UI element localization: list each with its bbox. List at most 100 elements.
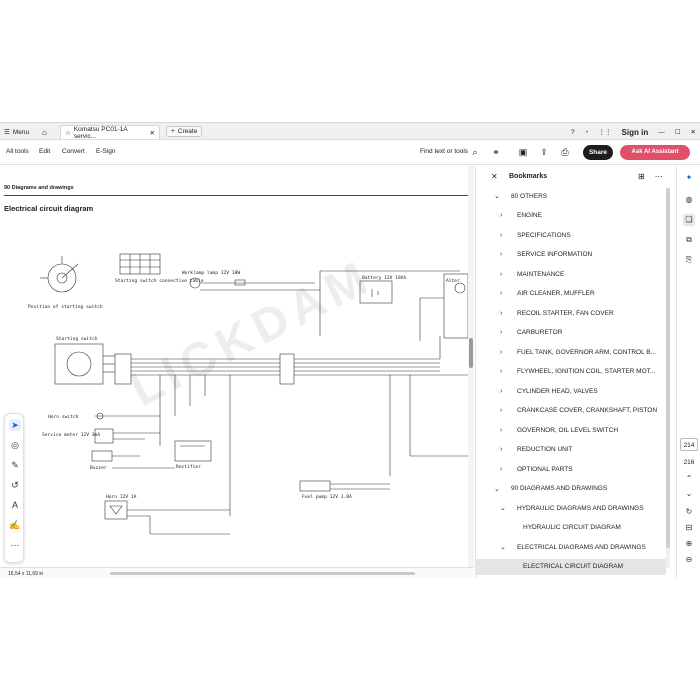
print-icon[interactable]: ⎙ bbox=[559, 146, 571, 158]
attachments-icon[interactable]: ⎘ bbox=[683, 254, 695, 266]
chevron-down-icon[interactable]: ⌄ bbox=[500, 504, 506, 512]
bookmark-item[interactable]: › FLYWHEEL, IGNITION COIL, STARTER MOT... bbox=[476, 364, 666, 380]
bookmark-item[interactable]: HYDRAULIC CIRCUIT DIAGRAM bbox=[476, 520, 666, 536]
chevron-right-icon[interactable]: › bbox=[500, 232, 502, 239]
options-icon[interactable]: ⋯ bbox=[655, 172, 663, 181]
chevron-right-icon[interactable]: › bbox=[500, 446, 502, 453]
chevron-right-icon[interactable]: › bbox=[500, 212, 502, 219]
document-view[interactable]: 90 Diagrams and drawings Electrical circ… bbox=[0, 166, 474, 574]
bookmark-label: ELECTRICAL CIRCUIT DIAGRAM bbox=[523, 563, 624, 570]
bookmarks-scroll-thumb[interactable] bbox=[666, 188, 670, 548]
minimize-icon[interactable]: — bbox=[658, 129, 665, 136]
bookmark-item[interactable]: › CARBURETOR bbox=[476, 325, 666, 341]
esign-button[interactable]: E-Sign bbox=[96, 148, 116, 155]
bell-icon[interactable]: ◔ bbox=[585, 129, 589, 136]
edit-button[interactable]: Edit bbox=[39, 148, 50, 155]
sign-in-button[interactable]: Sign in bbox=[622, 128, 649, 137]
tab-document[interactable]: ☆ Komatsu PC01-1A servic... ✕ bbox=[60, 125, 160, 140]
bookmark-item[interactable]: › FUEL TANK, GOVERNOR ARM, CONTROL B... bbox=[476, 344, 666, 360]
quick-tools-panel: ➤ ◎ ✎ ↺ A ✍ ⋯ bbox=[4, 413, 24, 563]
chevron-right-icon[interactable]: › bbox=[500, 349, 502, 356]
bookmark-item[interactable]: › MAINTENANCE bbox=[476, 266, 666, 282]
bookmark-item[interactable]: ⌄ 80 OTHERS bbox=[476, 188, 666, 204]
bookmark-item[interactable]: › SPECIFICATIONS bbox=[476, 227, 666, 243]
chevron-right-icon[interactable]: › bbox=[500, 290, 502, 297]
bookmark-label: GOVERNOR, OIL LEVEL SWITCH bbox=[517, 426, 619, 434]
select-cursor-icon[interactable]: ➤ bbox=[9, 419, 21, 431]
rotate-icon[interactable]: ↻ bbox=[683, 506, 695, 518]
bookmark-item[interactable]: › AIR CLEANER, MUFFLER bbox=[476, 286, 666, 302]
chevron-up-icon[interactable]: ⌃ bbox=[683, 473, 695, 485]
chevron-right-icon[interactable]: › bbox=[500, 388, 502, 395]
pages-icon[interactable]: ⧉ bbox=[683, 234, 695, 246]
bookmark-item[interactable]: ⌄ ELECTRICAL DIAGRAMS AND DRAWINGS bbox=[476, 539, 666, 555]
comment-icon[interactable]: ◎ bbox=[9, 439, 21, 451]
chevron-right-icon[interactable]: › bbox=[500, 271, 502, 278]
close-panel-icon[interactable]: ✕ bbox=[491, 172, 498, 181]
bookmark-label: CRANKCASE COVER, CRANKSHAFT, PISTON bbox=[517, 407, 658, 414]
chevron-down-icon[interactable]: ⌄ bbox=[494, 192, 500, 200]
menu-label: Menu bbox=[12, 128, 30, 136]
chevron-right-icon[interactable]: › bbox=[500, 310, 502, 317]
chevron-right-icon[interactable]: › bbox=[500, 466, 502, 473]
close-window-icon[interactable]: ✕ bbox=[691, 128, 696, 136]
bookmark-label: MAINTENANCE bbox=[517, 270, 565, 278]
zoom-out-icon[interactable]: ⊖ bbox=[683, 554, 695, 566]
bookmarks-icon[interactable]: ❏ bbox=[683, 214, 695, 226]
bookmark-item[interactable]: › ENGINE bbox=[476, 208, 666, 224]
pen-icon[interactable]: ✎ bbox=[9, 459, 21, 471]
create-button[interactable]: + Create bbox=[166, 126, 203, 137]
search-icon[interactable]: ⌕ bbox=[469, 146, 481, 158]
bookmark-item[interactable]: › SERVICE INFORMATION bbox=[476, 247, 666, 263]
chevron-down-icon[interactable]: ⌄ bbox=[494, 485, 500, 493]
convert-button[interactable]: Convert bbox=[62, 148, 85, 155]
ask-ai-assistant-button[interactable]: Ask AI Assistant bbox=[620, 145, 690, 160]
close-tab-icon[interactable]: ✕ bbox=[150, 129, 155, 137]
horizontal-scrollbar[interactable] bbox=[110, 572, 415, 575]
bookmarks-title: Bookmarks bbox=[509, 173, 548, 180]
chevron-right-icon[interactable]: › bbox=[500, 407, 502, 414]
add-bookmark-icon[interactable]: ⊞ bbox=[638, 172, 645, 181]
share-button[interactable]: Share bbox=[583, 145, 613, 160]
chevron-down-icon[interactable]: ⌄ bbox=[500, 543, 506, 551]
comments-icon[interactable]: ◍ bbox=[683, 194, 695, 206]
bookmark-item[interactable]: › REDUCTION UNIT bbox=[476, 442, 666, 458]
save-icon[interactable]: ▣ bbox=[517, 146, 529, 158]
zoom-in-icon[interactable]: ⊕ bbox=[683, 538, 695, 550]
divider bbox=[4, 195, 470, 196]
bookmark-item[interactable]: › GOVERNOR, OIL LEVEL SWITCH bbox=[476, 422, 666, 438]
stamp-icon[interactable]: ✍ bbox=[9, 519, 21, 531]
apps-grid-icon[interactable]: ⋮⋮ bbox=[599, 128, 612, 136]
bookmark-item[interactable]: › RECOIL STARTER, FAN COVER bbox=[476, 305, 666, 321]
find-text-button[interactable]: Find text or tools bbox=[420, 148, 468, 155]
chevron-right-icon[interactable]: › bbox=[500, 427, 502, 434]
bookmark-item[interactable]: › OPTIONAL PARTS bbox=[476, 461, 666, 477]
ai-compare-icon[interactable]: ⚭ bbox=[490, 146, 502, 158]
chevron-down-icon[interactable]: ⌄ bbox=[683, 488, 695, 500]
electrical-circuit-diagram: Position of starting switch Starting swi… bbox=[28, 253, 468, 535]
bookmark-item[interactable]: ELECTRICAL CIRCUIT DIAGRAM bbox=[476, 558, 666, 575]
chevron-right-icon[interactable]: › bbox=[500, 251, 502, 258]
ai-spark-icon[interactable]: ✦ bbox=[683, 172, 695, 184]
vertical-scrollbar[interactable] bbox=[468, 166, 474, 574]
vertical-scroll-thumb[interactable] bbox=[469, 338, 473, 368]
more-icon[interactable]: ⋯ bbox=[9, 539, 21, 551]
help-icon[interactable]: ? bbox=[571, 129, 575, 136]
fit-page-icon[interactable]: ⊟ bbox=[683, 522, 695, 534]
bookmark-item[interactable]: ⌄ HYDRAULIC DIAGRAMS AND DRAWINGS bbox=[476, 500, 666, 516]
upload-icon[interactable]: ⇪ bbox=[538, 146, 550, 158]
current-page-number[interactable]: 214 bbox=[680, 438, 698, 451]
plus-icon: + bbox=[171, 128, 175, 135]
all-tools-button[interactable]: All tools bbox=[6, 148, 29, 155]
lasso-icon[interactable]: ↺ bbox=[9, 479, 21, 491]
chevron-right-icon[interactable]: › bbox=[500, 329, 502, 336]
menu-button[interactable]: ☰ Menu bbox=[4, 125, 29, 139]
text-box-icon[interactable]: A bbox=[9, 499, 21, 511]
page-section-header: 90 Diagrams and drawings bbox=[4, 185, 74, 191]
maximize-icon[interactable]: ☐ bbox=[675, 128, 681, 136]
bookmark-item[interactable]: › CYLINDER HEAD, VALVES bbox=[476, 383, 666, 399]
bookmark-item[interactable]: ⌄ 90 DIAGRAMS AND DRAWINGS bbox=[476, 481, 666, 497]
home-button[interactable]: ⌂ bbox=[42, 125, 47, 139]
bookmark-item[interactable]: › CRANKCASE COVER, CRANKSHAFT, PISTON bbox=[476, 403, 666, 419]
chevron-right-icon[interactable]: › bbox=[500, 368, 502, 375]
